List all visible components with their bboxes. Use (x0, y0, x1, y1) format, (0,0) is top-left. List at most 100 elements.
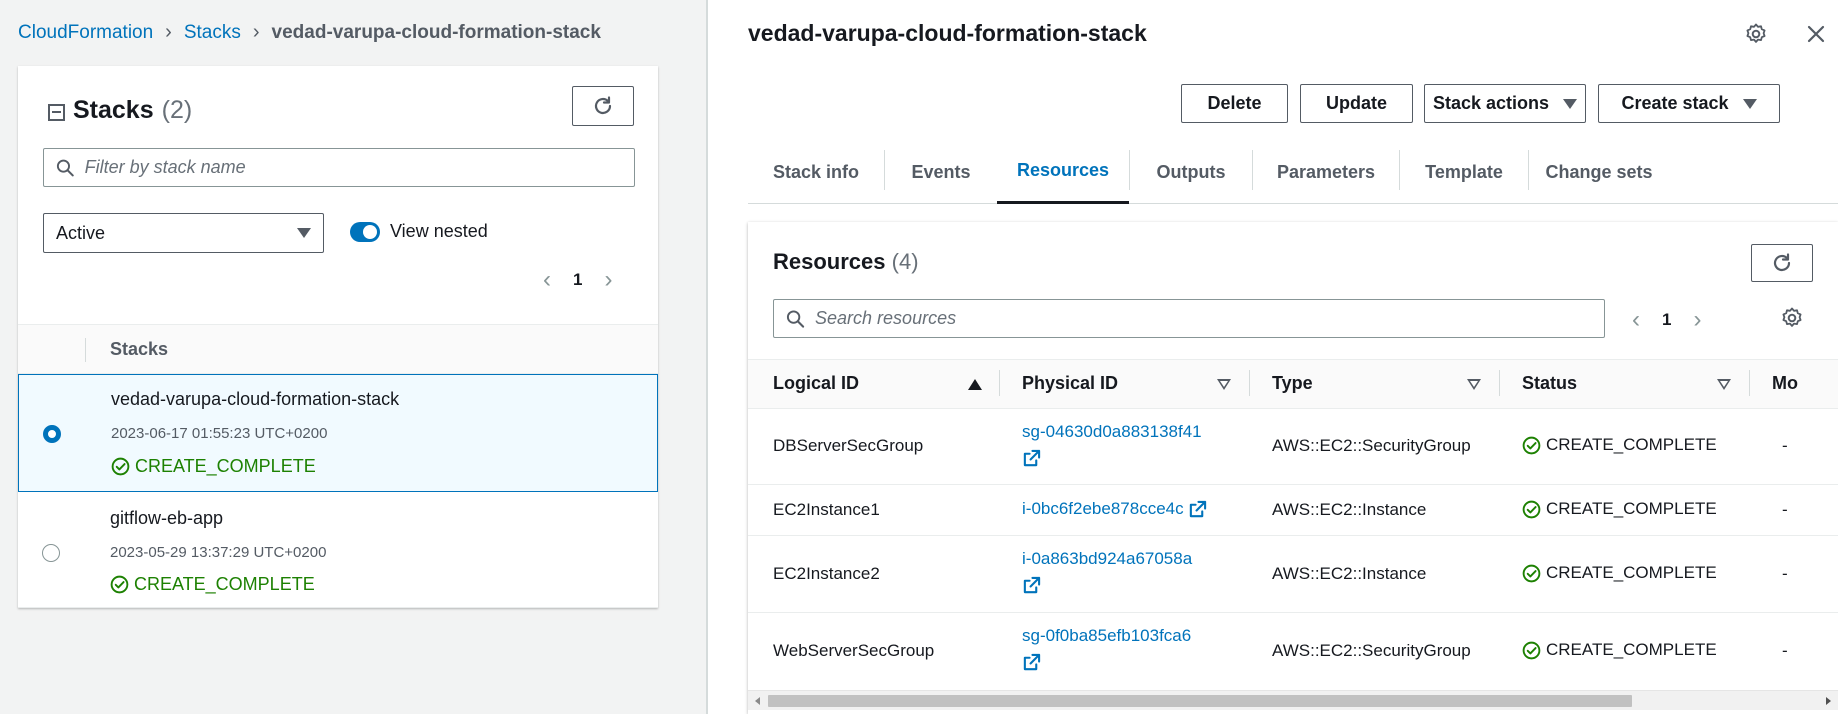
physical-id-link[interactable]: i-0bc6f2ebe878cce4c (1022, 496, 1242, 522)
stacks-pagination: ‹ 1 › (543, 266, 612, 294)
column-divider[interactable] (999, 370, 1000, 396)
resource-type: AWS::EC2::Instance (1272, 500, 1427, 519)
sort-ascending-icon[interactable] (968, 379, 982, 390)
stacks-list-pane: CloudFormation › Stacks › vedad-varupa-c… (0, 0, 706, 714)
resource-status-text: CREATE_COMPLETE (1546, 499, 1717, 518)
tab-template[interactable]: Template (1400, 140, 1528, 204)
physical-id-text[interactable]: sg-04630d0a883138f41 (1022, 422, 1202, 441)
sort-icon[interactable] (1217, 379, 1231, 390)
physical-id-text[interactable]: sg-0f0ba85efb103fca6 (1022, 626, 1191, 645)
stack-status: CREATE_COMPLETE (111, 456, 316, 477)
physical-id-link[interactable]: i-0a863bd924a67058a (1022, 546, 1232, 598)
stack-actions-label: Stack actions (1432, 93, 1550, 113)
tab-outputs[interactable]: Outputs (1130, 140, 1252, 204)
tab-resources[interactable]: Resources (997, 140, 1129, 204)
table-row: EC2Instance1 i-0bc6f2ebe878cce4c AWS::EC… (748, 485, 1838, 536)
column-type[interactable]: Type (1272, 373, 1313, 394)
detail-tabs: Stack info Events Resources Outputs Para… (748, 140, 1838, 204)
physical-id-text[interactable]: i-0a863bd924a67058a (1022, 549, 1192, 568)
table-settings-gear-icon[interactable] (1780, 306, 1804, 335)
stack-radio-selected[interactable] (43, 425, 61, 443)
column-status[interactable]: Status (1522, 373, 1577, 394)
stack-row[interactable]: vedad-varupa-cloud-formation-stack 2023-… (18, 374, 658, 492)
stacks-panel-title: Stacks (2) (48, 96, 192, 125)
physical-id-link[interactable]: sg-04630d0a883138f41 (1022, 419, 1232, 471)
check-circle-icon (1522, 436, 1541, 454)
stack-filter-input[interactable] (84, 157, 634, 178)
tab-change-sets[interactable]: Change sets (1529, 140, 1669, 204)
resource-status: CREATE_COMPLETE (1522, 499, 1717, 519)
create-stack-button[interactable]: Create stack (1598, 84, 1780, 123)
stack-row[interactable]: gitflow-eb-app 2023-05-29 13:37:29 UTC+0… (18, 492, 658, 608)
breadcrumb: CloudFormation › Stacks › vedad-varupa-c… (18, 21, 601, 44)
scroll-left-arrow-icon[interactable] (755, 697, 760, 705)
caret-down-icon (297, 228, 311, 238)
stacks-title: Stacks (73, 96, 154, 124)
create-stack-label: Create stack (1621, 93, 1729, 113)
gear-icon[interactable] (1744, 22, 1768, 51)
external-link-icon[interactable] (1188, 500, 1207, 519)
tab-events[interactable]: Events (885, 140, 997, 204)
tab-stack-info[interactable]: Stack info (748, 140, 884, 204)
refresh-icon (594, 96, 612, 115)
stacks-column-header[interactable]: Stacks (110, 339, 168, 360)
logical-id: WebServerSecGroup (773, 641, 935, 660)
resource-status: CREATE_COMPLETE (1522, 563, 1717, 583)
stack-actions-button[interactable]: Stack actions (1424, 84, 1586, 123)
refresh-stacks-button[interactable] (572, 86, 634, 126)
resources-search-input[interactable] (815, 308, 1604, 329)
column-module[interactable]: Mo (1772, 373, 1798, 394)
update-button[interactable]: Update (1300, 84, 1413, 123)
chevron-right-icon[interactable]: › (604, 266, 612, 294)
delete-button[interactable]: Delete (1181, 84, 1288, 123)
resources-count: (4) (891, 249, 919, 274)
check-circle-icon (1522, 641, 1541, 659)
stacks-panel: Stacks (2) Active View nested ‹ 1 › Stac… (18, 66, 658, 608)
breadcrumb-stacks[interactable]: Stacks (184, 22, 241, 44)
resource-type: AWS::EC2::Instance (1272, 564, 1427, 583)
physical-id-text[interactable]: i-0bc6f2ebe878cce4c (1022, 499, 1184, 518)
column-physical-id[interactable]: Physical ID (1022, 373, 1118, 394)
stack-timestamp: 2023-05-29 13:37:29 UTC+0200 (110, 544, 327, 561)
external-link-icon[interactable] (1022, 576, 1041, 595)
scroll-right-arrow-icon[interactable] (1826, 697, 1831, 705)
resources-title: Resources (4) (773, 249, 919, 275)
column-divider (85, 338, 86, 362)
stacks-page-number[interactable]: 1 (573, 270, 582, 290)
chevron-left-icon[interactable]: ‹ (543, 266, 551, 294)
column-divider[interactable] (1749, 370, 1750, 396)
horizontal-scrollbar[interactable] (748, 690, 1838, 710)
toggle-switch[interactable] (350, 221, 380, 242)
check-circle-icon (1522, 500, 1541, 518)
stack-filter-field (43, 148, 635, 187)
resources-page-number[interactable]: 1 (1662, 310, 1671, 330)
external-link-icon[interactable] (1022, 653, 1041, 672)
refresh-resources-button[interactable] (1751, 244, 1813, 282)
view-nested-toggle[interactable]: View nested (350, 221, 488, 242)
resource-type: AWS::EC2::SecurityGroup (1272, 436, 1471, 455)
chevron-right-icon[interactable]: › (1693, 306, 1701, 334)
stack-timestamp: 2023-06-17 01:55:23 UTC+0200 (111, 425, 328, 442)
collapse-icon[interactable] (48, 103, 65, 121)
column-logical-id[interactable]: Logical ID (773, 373, 859, 394)
column-divider[interactable] (1499, 370, 1500, 396)
close-icon[interactable] (1806, 24, 1826, 49)
breadcrumb-separator-icon: › (252, 21, 260, 43)
sort-icon[interactable] (1467, 379, 1481, 390)
status-filter-select[interactable]: Active (43, 213, 324, 253)
breadcrumb-cloudformation[interactable]: CloudFormation (18, 22, 153, 44)
resource-status-text: CREATE_COMPLETE (1546, 640, 1717, 659)
scrollbar-thumb[interactable] (768, 695, 1632, 707)
column-divider[interactable] (1249, 370, 1250, 396)
external-link-icon[interactable] (1022, 449, 1041, 468)
logical-id: EC2Instance2 (773, 564, 880, 583)
resource-type: AWS::EC2::SecurityGroup (1272, 641, 1471, 660)
stack-radio[interactable] (42, 544, 60, 562)
table-row: WebServerSecGroup sg-0f0ba85efb103fca6 A… (748, 613, 1838, 690)
resource-status-text: CREATE_COMPLETE (1546, 563, 1717, 582)
tab-parameters[interactable]: Parameters (1253, 140, 1399, 204)
chevron-left-icon[interactable]: ‹ (1632, 306, 1640, 334)
sort-icon[interactable] (1717, 379, 1731, 390)
physical-id-link[interactable]: sg-0f0ba85efb103fca6 (1022, 623, 1232, 675)
refresh-icon (1773, 253, 1791, 272)
